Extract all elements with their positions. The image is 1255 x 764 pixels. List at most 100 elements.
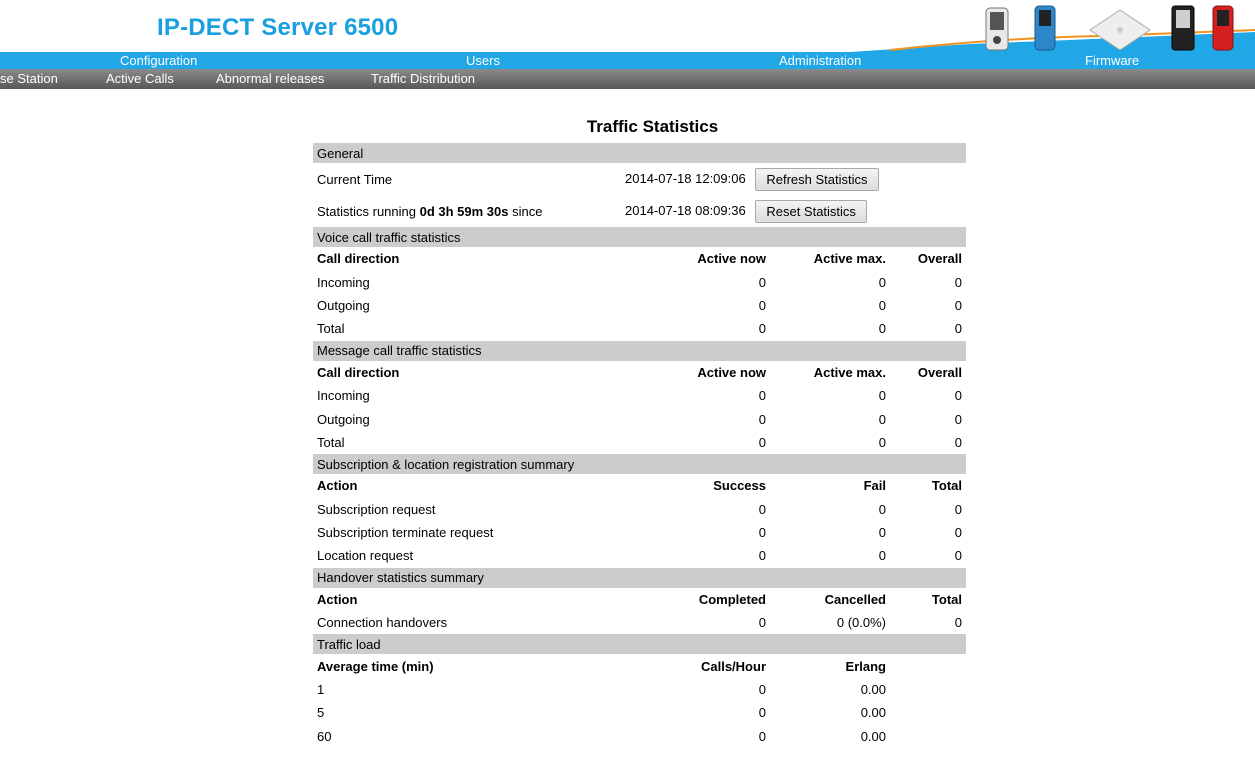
row-value: 0 bbox=[878, 411, 886, 427]
row-label: Incoming bbox=[317, 388, 370, 404]
row-label: Subscription terminate request bbox=[317, 525, 494, 541]
row-value: 0 bbox=[758, 411, 766, 427]
row-label: Subscription request bbox=[317, 501, 436, 517]
row-value: 0 bbox=[878, 525, 886, 541]
page-title: Traffic Statistics bbox=[586, 117, 719, 136]
row-label: Location request bbox=[317, 548, 414, 564]
column-header: Call direction bbox=[317, 251, 400, 267]
subnav-abnormal-releases[interactable]: Abnormal releases bbox=[216, 71, 324, 86]
column-header: Fail bbox=[863, 478, 886, 494]
row-value: 0 bbox=[954, 434, 962, 450]
table-row: Incoming 0 0 0 bbox=[313, 270, 966, 293]
statistics-running-label: Statistics running 0d 3h 59m 30s since bbox=[317, 203, 543, 219]
row-value: 0 bbox=[954, 501, 962, 517]
row-value: 0 bbox=[954, 615, 962, 631]
row-label: Connection handovers bbox=[317, 615, 448, 631]
row-label: Outgoing bbox=[317, 411, 370, 427]
column-header: Completed bbox=[698, 591, 766, 607]
subnav-base-station[interactable]: se Station bbox=[0, 71, 58, 86]
row-value: 0 bbox=[758, 388, 766, 404]
row-value: 0 bbox=[878, 501, 886, 517]
table-row: Subscription terminate request 0 0 0 bbox=[313, 521, 966, 544]
row-value: 0 bbox=[758, 525, 766, 541]
table-row: Incoming 0 0 0 bbox=[313, 384, 966, 407]
section-heading: General bbox=[313, 143, 966, 163]
row-label: 60 bbox=[317, 728, 332, 744]
row-value: 0 bbox=[878, 321, 886, 337]
refresh-statistics-button[interactable]: Refresh Statistics bbox=[755, 167, 879, 191]
column-header: Calls/Hour bbox=[700, 658, 766, 674]
row-label: Outgoing bbox=[317, 297, 370, 313]
row-value: 0 bbox=[954, 274, 962, 290]
column-header-row: Call direction Active now Active max. Overa… bbox=[313, 361, 966, 384]
section-heading: Traffic load bbox=[313, 634, 966, 655]
column-header: Average time (min) bbox=[317, 658, 434, 674]
row-value: 0 bbox=[954, 525, 962, 541]
table-row: Location request 0 0 0 bbox=[313, 544, 966, 567]
phone-icon bbox=[1034, 5, 1056, 51]
sub-nav: se Station Active Calls Abnormal release… bbox=[0, 69, 1255, 89]
nav-administration[interactable]: Administration bbox=[779, 53, 861, 68]
subnav-active-calls[interactable]: Active Calls bbox=[106, 71, 174, 86]
row-value: 0 bbox=[758, 501, 766, 517]
app-title: IP-DECT Server 6500 bbox=[157, 14, 399, 41]
section-general: General bbox=[313, 143, 966, 163]
banner-phones-image bbox=[850, 5, 1255, 52]
column-header-row: Action Completed Cancelled Total bbox=[313, 588, 966, 611]
subnav-traffic-distribution[interactable]: Traffic Distribution bbox=[371, 71, 475, 86]
row-value: 0.00 bbox=[860, 728, 886, 744]
row-value: 0 bbox=[758, 297, 766, 313]
row-value: 0 bbox=[758, 321, 766, 337]
column-header-row: Average time (min) Calls/Hour Erlang bbox=[313, 654, 966, 677]
row-label: Total bbox=[317, 321, 345, 337]
column-header: Action bbox=[317, 478, 358, 494]
column-header-row: Action Success Fail Total bbox=[313, 474, 966, 497]
header: IP-DECT Server 6500 bbox=[0, 0, 1255, 52]
table-row: Subscription request 0 0 0 bbox=[313, 498, 966, 521]
nav-firmware[interactable]: Firmware bbox=[1085, 53, 1139, 68]
row-value: 0 bbox=[758, 548, 766, 564]
section-heading: Handover statistics summary bbox=[313, 567, 966, 588]
reset-statistics-button[interactable]: Reset Statistics bbox=[755, 199, 867, 223]
table-row: 1 0 0.00 bbox=[313, 678, 966, 701]
main-nav: Configuration Users Administration Firmw… bbox=[0, 52, 1255, 69]
since-time-value: 2014-07-18 08:09:36 bbox=[625, 202, 746, 218]
row-value: 0 bbox=[954, 388, 962, 404]
row-value: 0 (0.0%) bbox=[836, 615, 886, 631]
current-time-value: 2014-07-18 12:09:06 bbox=[625, 170, 746, 186]
row-value bbox=[890, 725, 966, 748]
column-header bbox=[890, 654, 966, 677]
running-duration: 0d 3h 59m 30s bbox=[419, 203, 509, 219]
column-header: Overall bbox=[917, 251, 962, 267]
current-time-row: Current Time 2014-07-18 12:09:06 Refresh… bbox=[313, 163, 966, 195]
table-row: Total 0 0 0 bbox=[313, 317, 966, 340]
section-handover: Handover statistics summary bbox=[313, 567, 966, 588]
row-value: 0 bbox=[954, 548, 962, 564]
section-voice-calls: Voice call traffic statistics bbox=[313, 227, 966, 247]
table-row: Outgoing 0 0 0 bbox=[313, 407, 966, 430]
section-traffic-load: Traffic load bbox=[313, 634, 966, 655]
column-header: Total bbox=[931, 478, 962, 494]
column-header: Action bbox=[317, 591, 358, 607]
row-value: 0 bbox=[878, 548, 886, 564]
row-label: Total bbox=[317, 434, 345, 450]
nav-users[interactable]: Users bbox=[466, 53, 500, 68]
row-value: 0 bbox=[878, 274, 886, 290]
nav-configuration[interactable]: Configuration bbox=[120, 53, 197, 68]
section-heading: Voice call traffic statistics bbox=[313, 227, 966, 247]
section-subscription: Subscription & location registration sum… bbox=[313, 454, 966, 475]
column-header: Cancelled bbox=[824, 591, 886, 607]
current-time-label: Current Time bbox=[317, 171, 393, 187]
phone-icon bbox=[985, 7, 1009, 51]
column-header: Overall bbox=[917, 364, 962, 380]
column-header: Active now bbox=[697, 364, 766, 380]
row-label: 1 bbox=[317, 682, 325, 698]
column-header: Active now bbox=[697, 251, 766, 267]
column-header: Active max. bbox=[813, 364, 886, 380]
row-value: 0 bbox=[758, 615, 766, 631]
table-row: 60 0 0.00 bbox=[313, 725, 966, 748]
column-header: Success bbox=[713, 478, 766, 494]
phone-icon bbox=[1212, 5, 1234, 51]
traffic-statistics-table: General Current Time 2014-07-18 12:09:06… bbox=[313, 143, 966, 748]
row-value bbox=[890, 701, 966, 724]
